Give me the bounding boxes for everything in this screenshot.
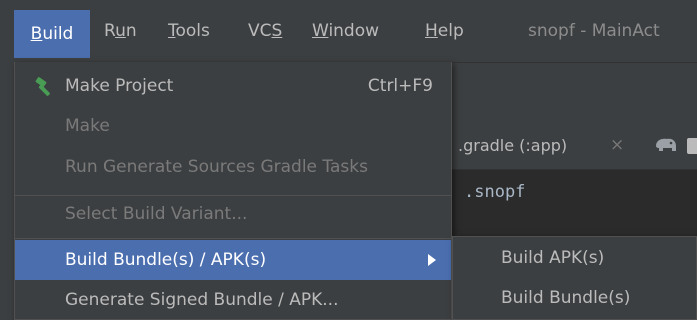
hammer-icon bbox=[35, 77, 50, 96]
menu-build-rest: uild bbox=[42, 24, 74, 44]
menu-vcs-mnemonic: S bbox=[271, 21, 283, 41]
menu-item-label: Make Project bbox=[65, 76, 174, 96]
editor-tab-bar: .gradle (:app) × bbox=[440, 124, 697, 170]
menu-separator bbox=[15, 238, 451, 239]
submenu-item-build-apks[interactable]: Build APK(s) bbox=[453, 239, 696, 277]
gradle-elephant-icon[interactable] bbox=[654, 136, 678, 154]
next-tab-edge bbox=[687, 138, 697, 154]
menu-item-label: Build Bundle(s) / APK(s) bbox=[65, 250, 267, 270]
build-bundle-submenu: Build APK(s) Build Bundle(s) bbox=[452, 236, 697, 320]
toolbar-area bbox=[440, 62, 697, 124]
menu-run[interactable]: Run bbox=[104, 14, 137, 48]
menu-bar: Build Run Tools VCS Window Help snopf - … bbox=[0, 0, 697, 62]
menu-item-label: Run Generate Sources Gradle Tasks bbox=[65, 157, 368, 177]
menu-tools-rest: ools bbox=[175, 21, 210, 41]
code-line: .snopf bbox=[464, 182, 526, 202]
menu-build[interactable]: Build bbox=[14, 10, 90, 58]
tab-close-icon[interactable]: × bbox=[610, 135, 624, 155]
menu-item-make: Make bbox=[15, 108, 451, 144]
menu-window-mnemonic: W bbox=[312, 21, 329, 41]
editor-tab-gradle-app[interactable]: .gradle (:app) bbox=[458, 136, 567, 155]
menu-item-make-project[interactable]: Make Project Ctrl+F9 bbox=[15, 68, 451, 104]
submenu-arrow-icon bbox=[428, 254, 436, 266]
menu-item-generate-signed-bundle[interactable]: Generate Signed Bundle / APK... bbox=[15, 282, 451, 318]
menu-item-label: Make bbox=[65, 116, 110, 136]
menu-build-mnemonic: B bbox=[30, 24, 43, 44]
menu-tools-mnemonic: T bbox=[168, 21, 176, 41]
menu-item-shortcut: Ctrl+F9 bbox=[367, 76, 433, 96]
menu-window-rest: indow bbox=[328, 21, 380, 41]
menu-item-label: Select Build Variant... bbox=[65, 204, 248, 224]
left-tool-strip bbox=[0, 62, 14, 320]
menu-help-rest: elp bbox=[437, 21, 464, 41]
menu-run-rest: n bbox=[125, 21, 137, 41]
window-title: snopf - MainAct bbox=[528, 21, 660, 41]
menu-window[interactable]: Window bbox=[312, 14, 379, 48]
menu-tools[interactable]: Tools bbox=[168, 14, 210, 48]
build-menu-dropdown: Make Project Ctrl+F9 Make Run Generate S… bbox=[14, 62, 452, 320]
submenu-item-label: Build Bundle(s) bbox=[501, 288, 631, 308]
menu-item-select-build-variant: Select Build Variant... bbox=[15, 196, 451, 232]
menu-item-label: Generate Signed Bundle / APK... bbox=[65, 290, 339, 310]
submenu-item-build-bundles[interactable]: Build Bundle(s) bbox=[453, 279, 696, 317]
menu-help[interactable]: Help bbox=[425, 14, 464, 48]
menu-run-pre: R bbox=[104, 21, 116, 41]
submenu-item-label: Build APK(s) bbox=[501, 248, 605, 268]
menu-help-mnemonic: H bbox=[425, 21, 438, 41]
menu-item-run-generate-sources: Run Generate Sources Gradle Tasks bbox=[15, 149, 451, 185]
menu-run-mnemonic: u bbox=[115, 21, 126, 41]
menu-vcs-pre: VC bbox=[248, 21, 272, 41]
menu-item-build-bundles-apks[interactable]: Build Bundle(s) / APK(s) bbox=[15, 240, 451, 280]
menu-vcs[interactable]: VCS bbox=[248, 14, 282, 48]
